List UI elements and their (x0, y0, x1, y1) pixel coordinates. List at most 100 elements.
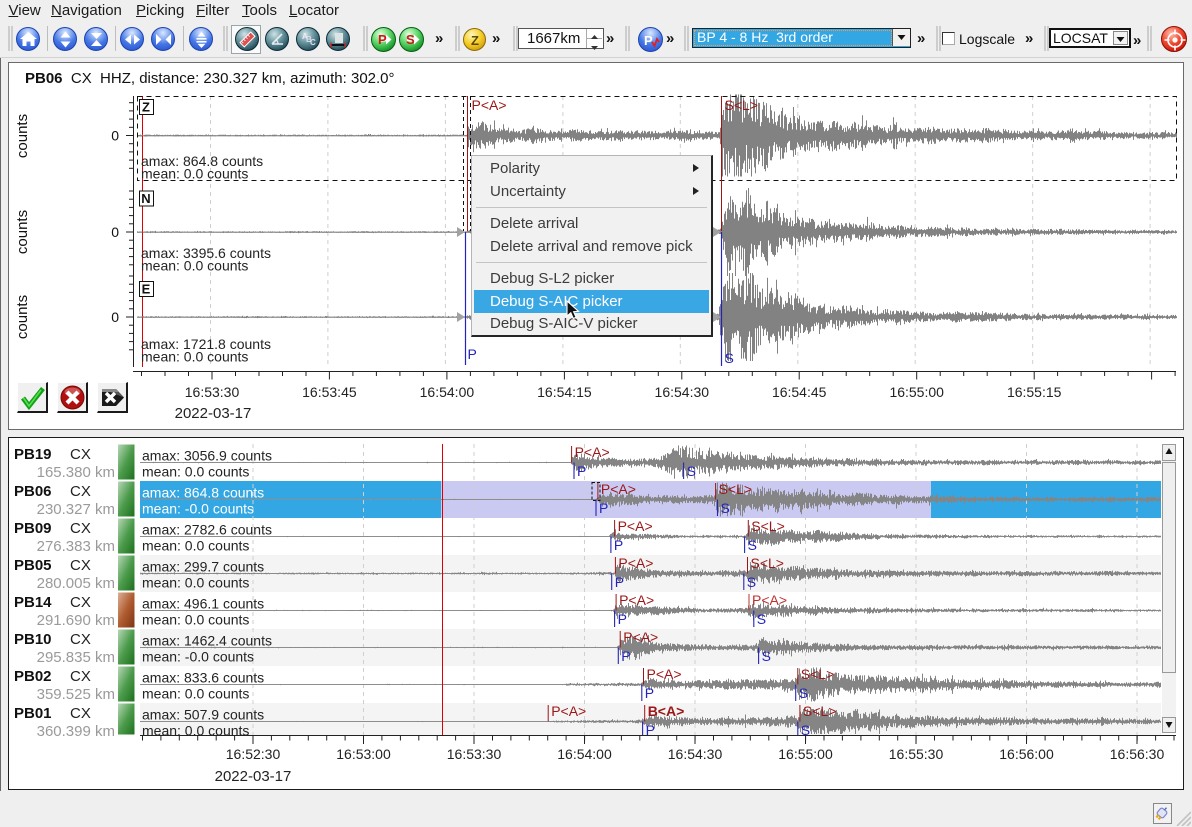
svg-text:P<A>: P<A> (647, 666, 682, 682)
svg-text:0: 0 (111, 224, 119, 240)
svg-text:P: P (378, 32, 387, 47)
svg-text:Z: Z (471, 33, 479, 48)
svg-text:PB19: PB19 (14, 446, 52, 463)
svg-text:amax: 864.8 counts: amax: 864.8 counts (142, 484, 264, 500)
svg-text:276.383 km: 276.383 km (37, 538, 115, 555)
svg-text:16:54:30: 16:54:30 (655, 384, 710, 400)
svg-text:S: S (799, 685, 808, 701)
svg-text:CX: CX (70, 446, 91, 463)
svg-text:N: N (141, 191, 150, 206)
svg-text:S: S (747, 574, 756, 590)
svg-text:16:53:00: 16:53:00 (336, 746, 391, 762)
svg-text:amax: 496.1 counts: amax: 496.1 counts (142, 595, 264, 611)
svg-text:P: P (577, 463, 586, 479)
svg-text:S: S (687, 463, 696, 479)
svg-text:P<A>: P<A> (618, 555, 653, 571)
svg-text:CX: CX (70, 668, 91, 685)
svg-text:16:54:45: 16:54:45 (772, 384, 827, 400)
svg-text:16:55:30: 16:55:30 (889, 746, 944, 762)
svg-text:16:53:30: 16:53:30 (447, 746, 502, 762)
svg-text:P: P (614, 537, 623, 553)
svg-text:16:53:45: 16:53:45 (302, 384, 357, 400)
svg-text:PB14: PB14 (14, 594, 52, 611)
svg-text:CX: CX (70, 631, 91, 648)
svg-text:PB02: PB02 (14, 668, 52, 685)
svg-text:mean: 0.0 counts: mean: 0.0 counts (142, 722, 249, 738)
svg-text:amax: 299.7 counts: amax: 299.7 counts (142, 558, 264, 574)
svg-text:16:56:30: 16:56:30 (1110, 746, 1165, 762)
svg-text:P<A>: P<A> (601, 481, 636, 497)
svg-text:P: P (644, 33, 653, 48)
svg-text:2022-03-17: 2022-03-17 (215, 768, 292, 785)
svg-text:Z: Z (142, 100, 150, 115)
svg-text:mean: -0.0 counts: mean: -0.0 counts (142, 500, 254, 516)
svg-text:230.327 km: 230.327 km (37, 501, 115, 518)
svg-text:S: S (406, 32, 415, 47)
svg-text:16:54:15: 16:54:15 (537, 384, 592, 400)
svg-text:mean: 0.0 counts: mean: 0.0 counts (142, 463, 249, 479)
svg-text:P: P (618, 611, 627, 627)
svg-text:mean: 0.0 counts: mean: 0.0 counts (142, 574, 249, 590)
svg-text:S<L>: S<L> (751, 555, 784, 571)
svg-text:0: 0 (111, 309, 119, 325)
svg-text:280.005 km: 280.005 km (37, 575, 115, 592)
svg-text:mean: 0.0 counts: mean: 0.0 counts (141, 258, 248, 274)
svg-text:E: E (142, 282, 151, 297)
svg-text:S: S (725, 350, 734, 366)
svg-text:P<A>: P<A> (551, 703, 586, 719)
svg-text:165.380 km: 165.380 km (37, 464, 115, 481)
svg-text:16:55:00: 16:55:00 (889, 384, 944, 400)
svg-text:amax: 2782.6 counts: amax: 2782.6 counts (142, 521, 272, 537)
svg-text:S<L>: S<L> (719, 481, 752, 497)
svg-text:mean: 0.0 counts: mean: 0.0 counts (142, 537, 249, 553)
svg-text:counts: counts (14, 210, 31, 254)
svg-text:16:53:30: 16:53:30 (185, 384, 240, 400)
svg-text:P: P (599, 500, 608, 516)
svg-text:amax: 3056.9 counts: amax: 3056.9 counts (142, 447, 272, 463)
svg-text:CX: CX (70, 705, 91, 722)
svg-text:P<A>: P<A> (472, 97, 507, 113)
svg-text:amax: 507.9 counts: amax: 507.9 counts (142, 706, 264, 722)
svg-text:CX: CX (70, 520, 91, 537)
svg-text:CX: CX (70, 594, 91, 611)
svg-text:16:56:00: 16:56:00 (999, 746, 1054, 762)
svg-text:P<A>: P<A> (623, 629, 658, 645)
svg-text:16:55:00: 16:55:00 (778, 746, 833, 762)
svg-text:counts: counts (14, 295, 31, 339)
svg-text:16:54:30: 16:54:30 (668, 746, 723, 762)
svg-text:CX: CX (70, 483, 91, 500)
svg-text:S<L>: S<L> (725, 97, 758, 113)
svg-text:S: S (762, 648, 771, 664)
svg-text:PB05: PB05 (14, 557, 52, 574)
svg-text:B<A>: B<A> (648, 703, 685, 719)
svg-text:16:55:15: 16:55:15 (1007, 384, 1062, 400)
svg-text:P: P (468, 346, 477, 362)
svg-text:P: P (645, 685, 654, 701)
svg-text:360.399 km: 360.399 km (37, 723, 115, 740)
svg-text:C: C (310, 38, 316, 47)
svg-text:P<A>: P<A> (619, 592, 654, 608)
svg-text:S: S (748, 537, 757, 553)
svg-text:S<L>: S<L> (801, 666, 834, 682)
svg-text:PB09: PB09 (14, 520, 52, 537)
svg-text:P: P (621, 648, 630, 664)
svg-text:295.835 km: 295.835 km (37, 649, 115, 666)
svg-text:counts: counts (14, 114, 31, 158)
svg-text:16:54:00: 16:54:00 (557, 746, 612, 762)
svg-text:S: S (721, 500, 730, 516)
svg-text:0: 0 (111, 128, 119, 144)
svg-text:16:52:30: 16:52:30 (226, 746, 281, 762)
svg-text:amax: 1462.4 counts: amax: 1462.4 counts (142, 632, 272, 648)
svg-text:2022-03-17: 2022-03-17 (175, 405, 252, 422)
svg-text:S<L>: S<L> (751, 518, 784, 534)
svg-text:291.690 km: 291.690 km (37, 612, 115, 629)
svg-text:amax: 833.6 counts: amax: 833.6 counts (142, 669, 264, 685)
svg-text:S<L>: S<L> (803, 703, 836, 719)
svg-text:mean: 0.0 counts: mean: 0.0 counts (141, 349, 248, 365)
svg-text:PB01: PB01 (14, 705, 52, 722)
svg-text:CX: CX (70, 557, 91, 574)
svg-text:mean: 0.0 counts: mean: 0.0 counts (141, 166, 248, 182)
svg-text:S: S (757, 611, 766, 627)
svg-text:P<A>: P<A> (575, 444, 610, 460)
svg-text:P<A>: P<A> (618, 518, 653, 534)
